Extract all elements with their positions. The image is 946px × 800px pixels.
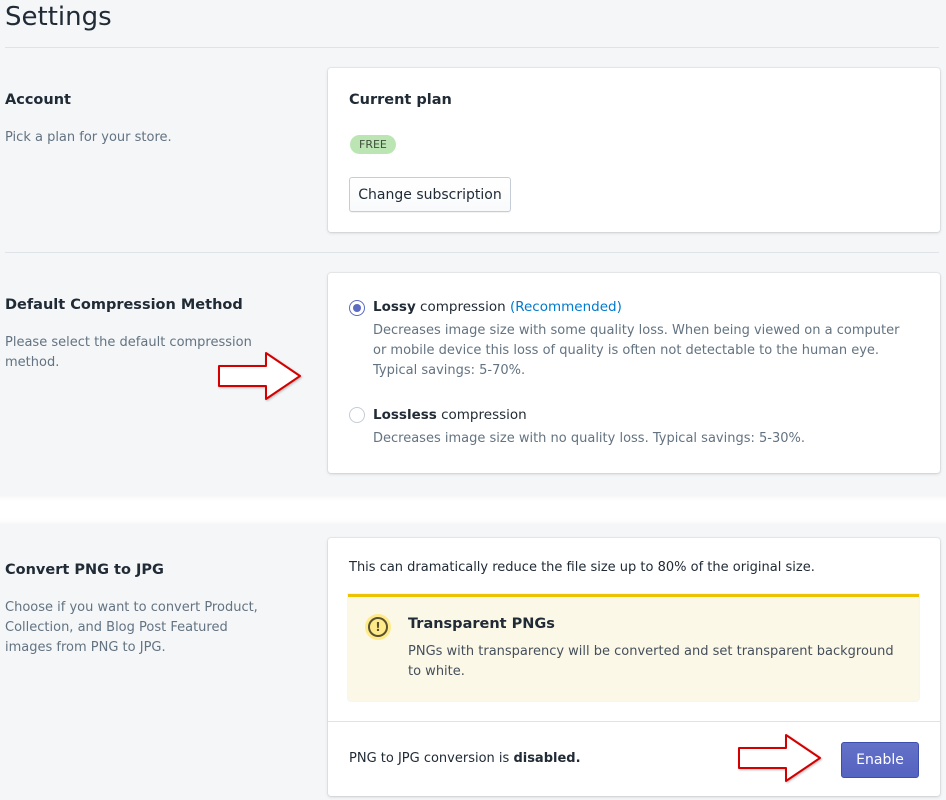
current-plan-heading: Current plan [349, 92, 452, 108]
png-intro-text: This can dramatically reduce the file si… [349, 560, 815, 575]
current-plan-card: Current plan FREE Change subscription [328, 68, 940, 232]
png-to-jpg-card: This can dramatically reduce the file si… [328, 538, 940, 796]
enable-button[interactable]: Enable [841, 742, 919, 778]
account-section-description: Pick a plan for your store. [5, 130, 172, 145]
section-gap [0, 495, 946, 525]
plan-badge: FREE [350, 135, 396, 154]
divider [5, 252, 939, 253]
warning-icon: ! [365, 614, 391, 640]
png-section-description: Choose if you want to convert Product, C… [5, 600, 258, 655]
lossy-radio[interactable] [349, 300, 365, 316]
change-subscription-button[interactable]: Change subscription [349, 177, 511, 212]
red-arrow-icon [218, 352, 301, 400]
lossless-help-text: Decreases image size with no quality los… [373, 431, 805, 446]
banner-body: PNGs with transparency will be converted… [408, 644, 894, 679]
banner-title: Transparent PNGs [408, 616, 555, 632]
recommended-tag: (Recommended) [509, 299, 622, 315]
png-section-title: Convert PNG to JPG [5, 562, 164, 578]
card-divider [328, 721, 940, 722]
lossy-label[interactable]: Lossy compression (Recommended) [373, 299, 622, 315]
status-value: disabled. [513, 751, 581, 766]
transparent-png-banner: ! Transparent PNGs PNGs with transparenc… [348, 594, 919, 701]
red-arrow-icon [738, 734, 821, 782]
account-section-title: Account [5, 92, 71, 108]
conversion-status: PNG to JPG conversion is disabled. [349, 751, 581, 766]
compression-section-title: Default Compression Method [5, 297, 243, 313]
lossy-help-text: Decreases image size with some quality l… [373, 323, 900, 378]
page-title: Settings [5, 2, 112, 32]
divider [5, 47, 939, 48]
lossless-label[interactable]: Lossless compression [373, 407, 527, 423]
compression-method-card: Lossy compression (Recommended) Decrease… [328, 273, 940, 473]
lossless-radio[interactable] [349, 407, 365, 423]
